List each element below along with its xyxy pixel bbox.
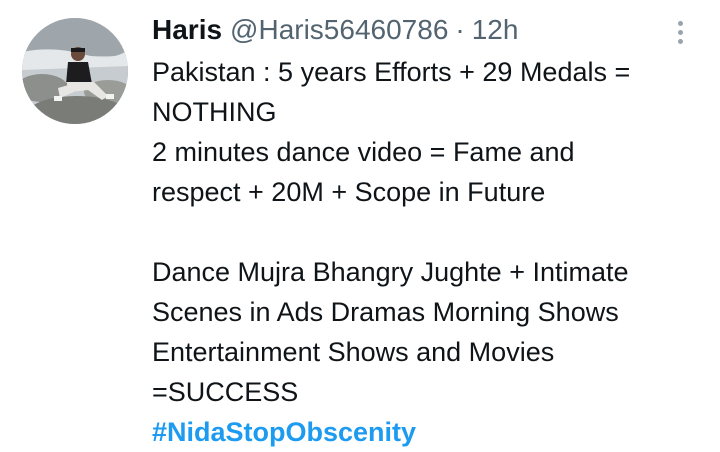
separator-dot: · [455, 14, 465, 45]
tweet-text-line: =SUCCESS [152, 377, 299, 407]
author-name[interactable]: Haris [152, 12, 222, 48]
tweet-text: Pakistan : 5 years Efforts + 29 Medals =… [152, 52, 712, 452]
tweet-timestamp[interactable]: 12h [472, 12, 519, 48]
tweet-header: Haris @Haris56460786 · 12h [152, 12, 518, 48]
user-avatar[interactable] [22, 18, 128, 124]
tweet-text-line: Dance Mujra Bhangry Jughte + Intimate [152, 257, 629, 287]
tweet-text-line: 2 minutes dance video = Fame and [152, 137, 575, 167]
tweet-text-line: Pakistan : 5 years Efforts + 29 Medals = [152, 57, 631, 87]
tweet-text-line: Scenes in Ads Dramas Morning Shows [152, 297, 619, 327]
more-vertical-icon[interactable] [666, 14, 694, 50]
tweet[interactable]: Haris @Haris56460786 · 12h Pakistan : 5 … [0, 0, 720, 449]
tweet-text-line: Entertainment Shows and Movies [152, 337, 555, 367]
author-handle[interactable]: @Haris56460786 [230, 12, 448, 48]
tweet-text-line: NOTHING [152, 97, 277, 127]
hashtag-link[interactable]: #NidaStopObscenity [152, 417, 416, 447]
tweet-text-line: respect + 20M + Scope in Future [152, 177, 546, 207]
